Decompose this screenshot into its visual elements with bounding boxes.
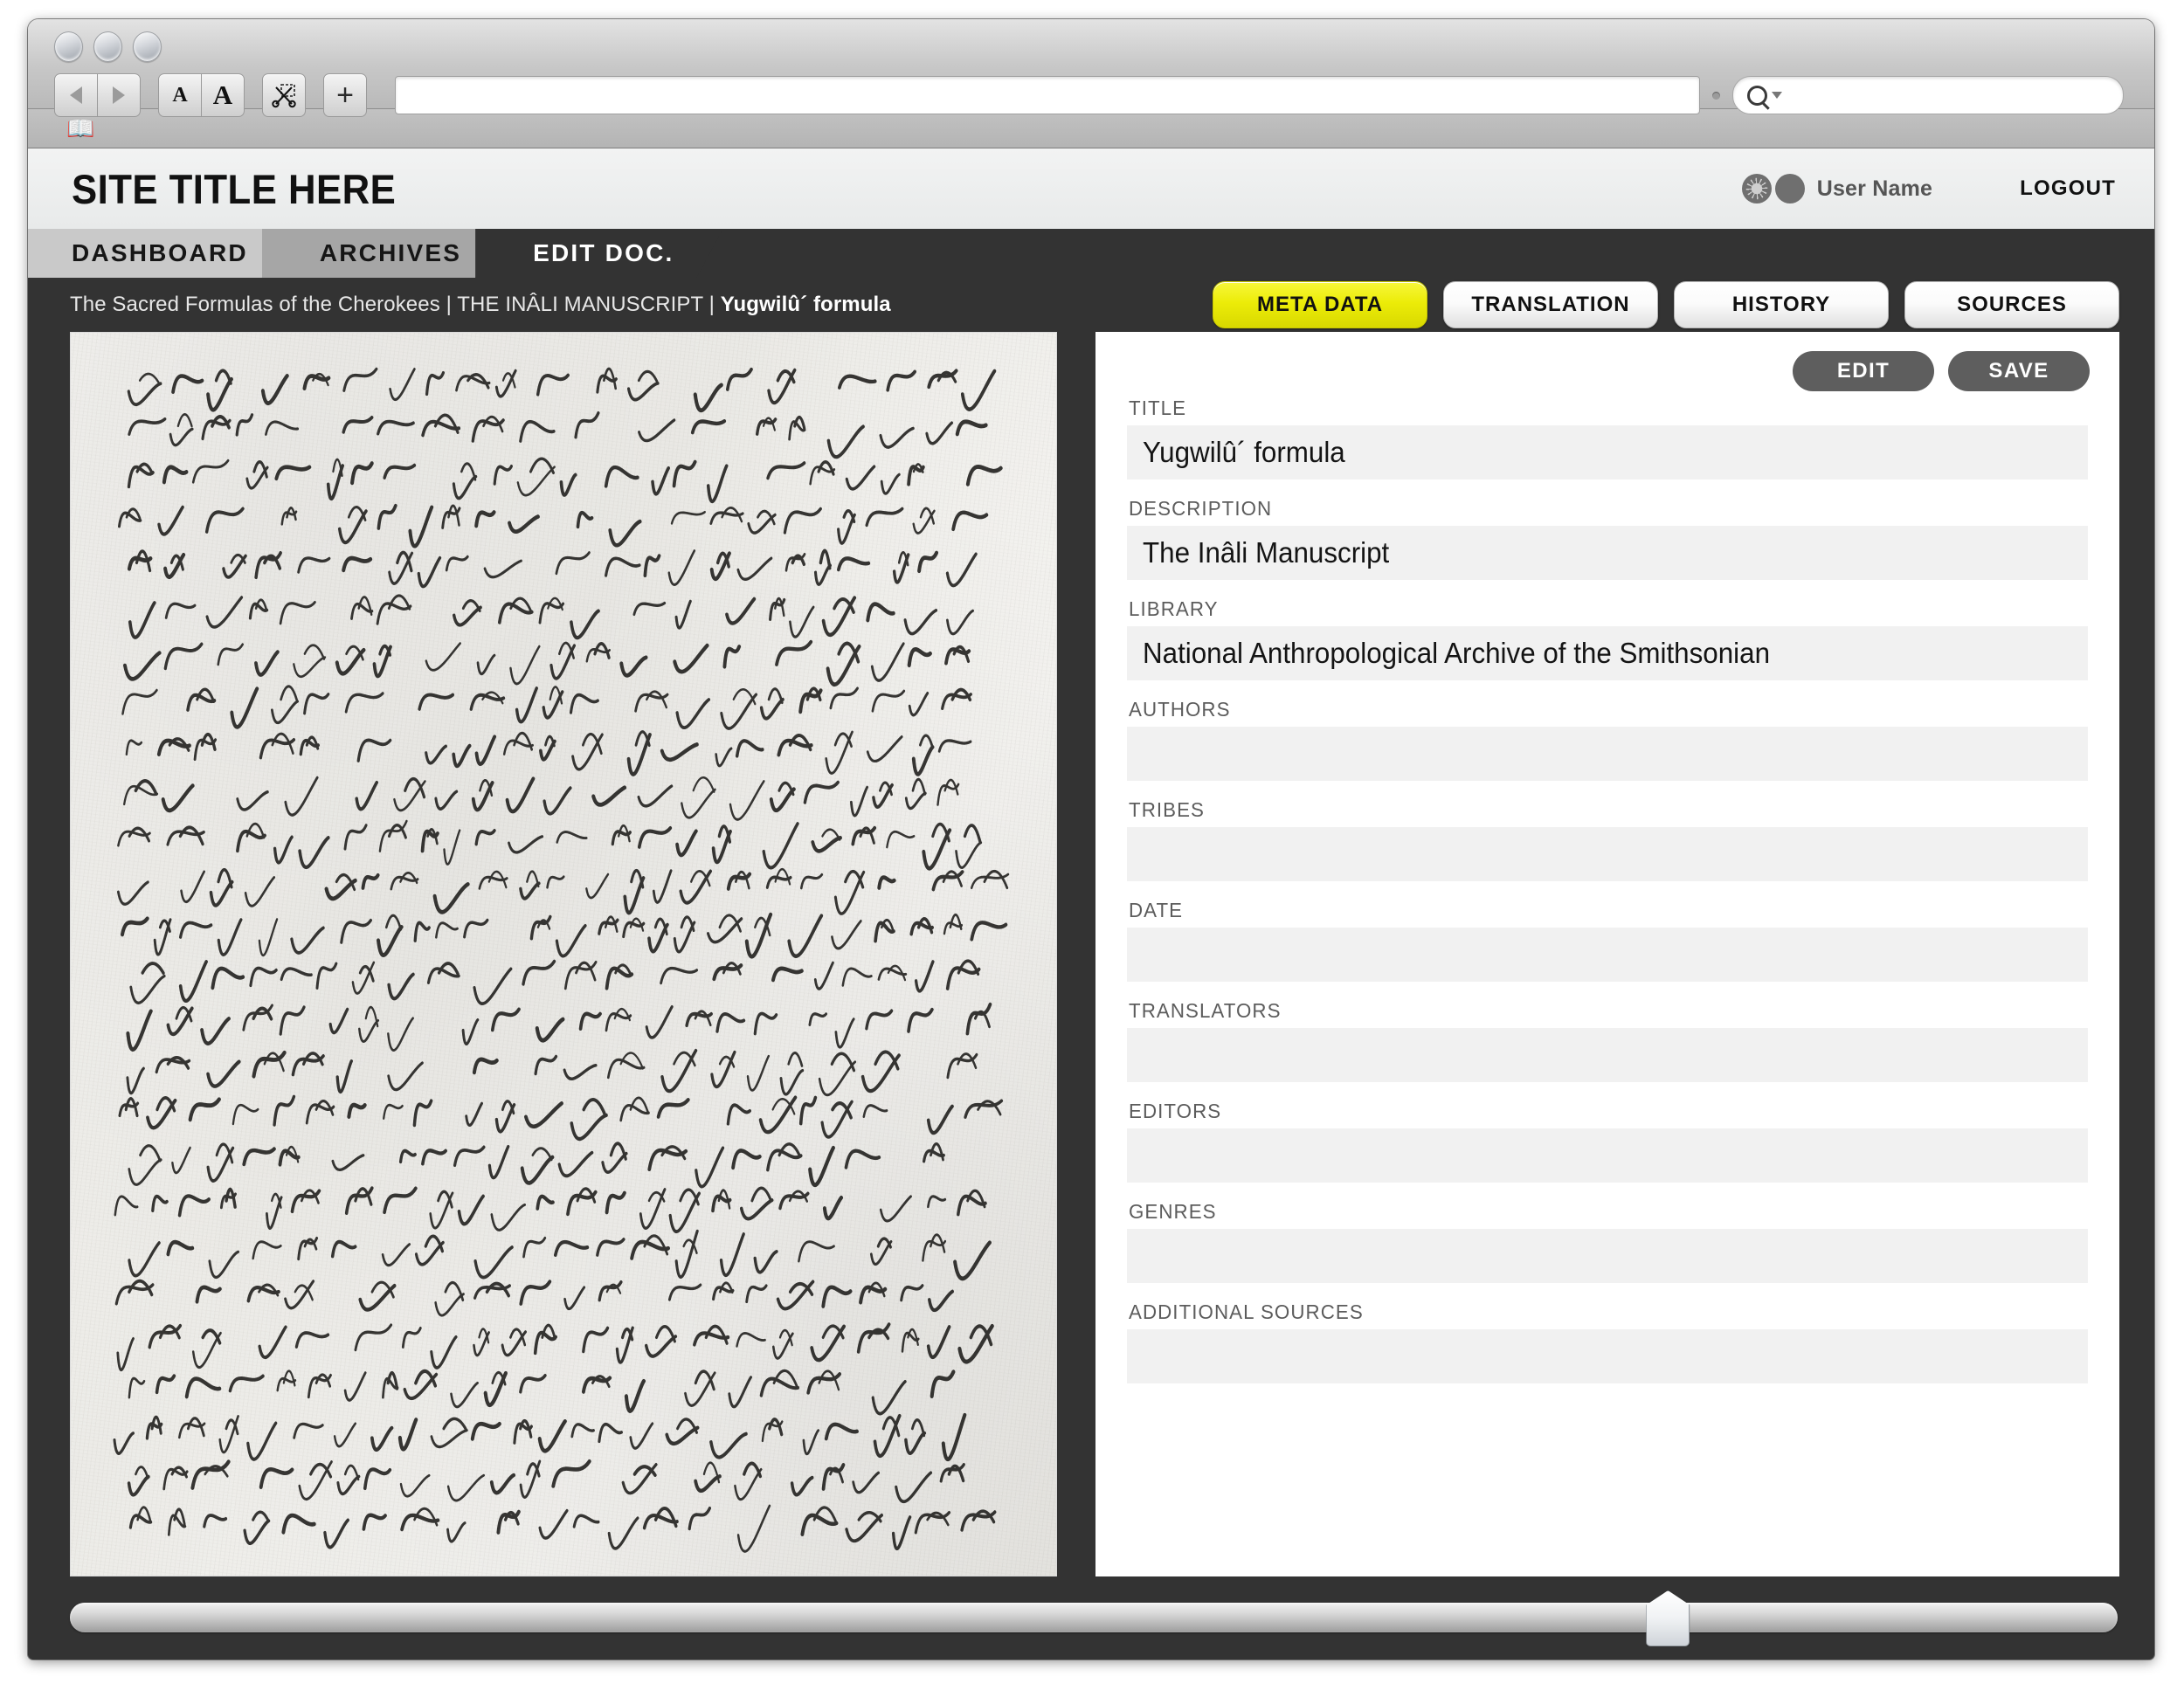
field-value: The Inâli Manuscript [1143, 536, 1390, 569]
field-input[interactable] [1127, 827, 2088, 881]
open-book-icon[interactable]: 📖 [66, 117, 94, 140]
field-label: TITLE [1129, 397, 1187, 419]
triangle-right-icon [113, 86, 125, 104]
breadcrumb-document: Yugwilû´ formula [720, 293, 891, 316]
screenshot-root: A A + 📖 SITE TITLE HERE User Name LOGOUT… [0, 0, 2184, 1704]
save-button-label: SAVE [1988, 359, 2049, 383]
field-input[interactable]: National Anthropological Archive of the … [1127, 626, 2088, 680]
toolbar-separator-dot [1712, 91, 1720, 100]
field-label: DATE [1129, 899, 1184, 921]
avatar[interactable] [1774, 174, 1805, 204]
field-label: LIBRARY [1129, 597, 1219, 620]
field-input[interactable] [1127, 727, 2088, 781]
user-area: User Name LOGOUT [1741, 174, 2116, 204]
clip-button[interactable] [262, 73, 306, 117]
breadcrumb-manuscript[interactable]: THE INÂLI MANUSCRIPT [457, 293, 703, 316]
text-size-group: A A [158, 73, 245, 117]
edit-button-label: EDIT [1836, 359, 1890, 383]
work-area: The Sacred Formulas of the Cherokees | T… [28, 278, 2154, 1659]
back-button[interactable] [54, 73, 98, 117]
forward-button[interactable] [98, 73, 141, 117]
gear-icon[interactable] [1741, 174, 1772, 204]
close-button[interactable] [54, 31, 83, 62]
field-input[interactable] [1127, 1128, 2088, 1183]
browser-window: A A + 📖 SITE TITLE HERE User Name LOGOUT… [28, 19, 2154, 1659]
add-button[interactable]: + [323, 73, 367, 117]
slider-track[interactable] [70, 1590, 2118, 1646]
text-smaller-button[interactable]: A [158, 73, 202, 117]
search-icon [1747, 85, 1767, 106]
doc-tab-translation[interactable]: TRANSLATION [1443, 281, 1658, 328]
nav-tab-edit-doc-label: EDIT DOC. [533, 239, 674, 266]
clip-group [262, 73, 306, 117]
field-input[interactable] [1127, 1028, 2088, 1082]
main-nav: DASHBOARD ARCHIVES EDIT DOC. [28, 229, 2154, 278]
image-zoom-slider[interactable] [28, 1576, 2154, 1659]
browser-titlebar: A A + [28, 19, 2154, 117]
minimize-button[interactable] [93, 31, 122, 62]
user-name: User Name [1816, 176, 1933, 201]
triangle-left-icon [70, 86, 82, 104]
panel-row: EDIT SAVE TITLE Yugwilû´ formula DESCRIPTI… [28, 332, 2154, 1576]
field-value: National Anthropological Archive of the … [1143, 637, 1771, 669]
nav-tab-archives-label: ARCHIVES [319, 239, 462, 266]
nav-tab-dashboard[interactable]: DASHBOARD [28, 229, 288, 278]
field-label: AUTHORS [1129, 698, 1231, 721]
address-bar[interactable] [395, 76, 1700, 114]
search-bar[interactable] [1732, 76, 2124, 114]
breadcrumb: The Sacred Formulas of the Cherokees | T… [70, 293, 891, 317]
doc-tab-sources-label: SOURCES [1957, 293, 2067, 316]
field-label: DESCRIPTION [1129, 497, 1273, 520]
text-smaller-label: A [172, 83, 188, 107]
scissors-icon [272, 84, 296, 108]
field-label: TRANSLATORS [1129, 999, 1282, 1022]
logout-button[interactable]: LOGOUT [2020, 176, 2116, 201]
add-group: + [323, 73, 367, 117]
field-label: ADDITIONAL SOURCES [1129, 1300, 1364, 1323]
field-label: TRIBES [1129, 798, 1205, 821]
zoom-button[interactable] [133, 31, 162, 62]
page-viewport: SITE TITLE HERE User Name LOGOUT DASHBOA… [28, 148, 2154, 1659]
field-input[interactable] [1127, 1329, 2088, 1383]
field-label: GENRES [1129, 1200, 1217, 1223]
manuscript-handwriting [113, 367, 1010, 1553]
field-input[interactable] [1127, 1229, 2088, 1283]
manuscript-image-panel[interactable] [70, 332, 1057, 1576]
doc-tab-history[interactable]: HISTORY [1674, 281, 1889, 328]
record-actions: EDIT SAVE [1793, 351, 2090, 391]
doc-tab-meta-data[interactable]: META DATA [1213, 281, 1427, 328]
nav-tab-archives[interactable]: ARCHIVES [262, 229, 501, 278]
site-title: SITE TITLE HERE [72, 165, 397, 212]
crumb-toolbar: The Sacred Formulas of the Cherokees | T… [28, 278, 2154, 332]
edit-button[interactable]: EDIT [1793, 351, 1934, 391]
text-larger-button[interactable]: A [202, 73, 245, 117]
nav-tab-dashboard-label: DASHBOARD [72, 239, 248, 266]
doc-tab-meta-data-label: META DATA [1256, 293, 1384, 316]
metadata-field-list: TITLE Yugwilû´ formula DESCRIPTION The Inâl… [1127, 397, 2088, 1383]
save-button[interactable]: SAVE [1948, 351, 2090, 391]
field-value: Yugwilû´ formula [1143, 436, 1345, 468]
window-controls [54, 31, 162, 62]
text-larger-label: A [212, 79, 233, 110]
site-header: SITE TITLE HERE User Name LOGOUT [28, 148, 2154, 229]
field-input[interactable] [1127, 928, 2088, 982]
slider-thumb[interactable] [1646, 1590, 1690, 1646]
breadcrumb-sep-2: | [702, 293, 721, 316]
doc-tab-history-label: HISTORY [1731, 293, 1831, 316]
metadata-panel: EDIT SAVE TITLE Yugwilû´ formula DESCRIPTI… [1095, 332, 2119, 1576]
doc-tab-translation-label: TRANSLATION [1471, 293, 1630, 316]
browser-toolbar: A A + [54, 73, 2124, 117]
field-label: EDITORS [1129, 1100, 1222, 1122]
doc-tab-sources[interactable]: SOURCES [1904, 281, 2119, 328]
doc-tab-row: META DATA TRANSLATION HISTORY SOURCES [1213, 281, 2119, 328]
breadcrumb-sep-1: | [439, 293, 458, 316]
breadcrumb-collection[interactable]: The Sacred Formulas of the Cherokees [70, 293, 440, 316]
nav-tab-edit-doc[interactable]: EDIT DOC. [475, 229, 722, 278]
field-input[interactable]: Yugwilû´ formula [1127, 425, 2088, 479]
chevron-down-icon [1772, 92, 1782, 99]
field-input[interactable]: The Inâli Manuscript [1127, 526, 2088, 580]
nav-button-group [54, 73, 141, 117]
